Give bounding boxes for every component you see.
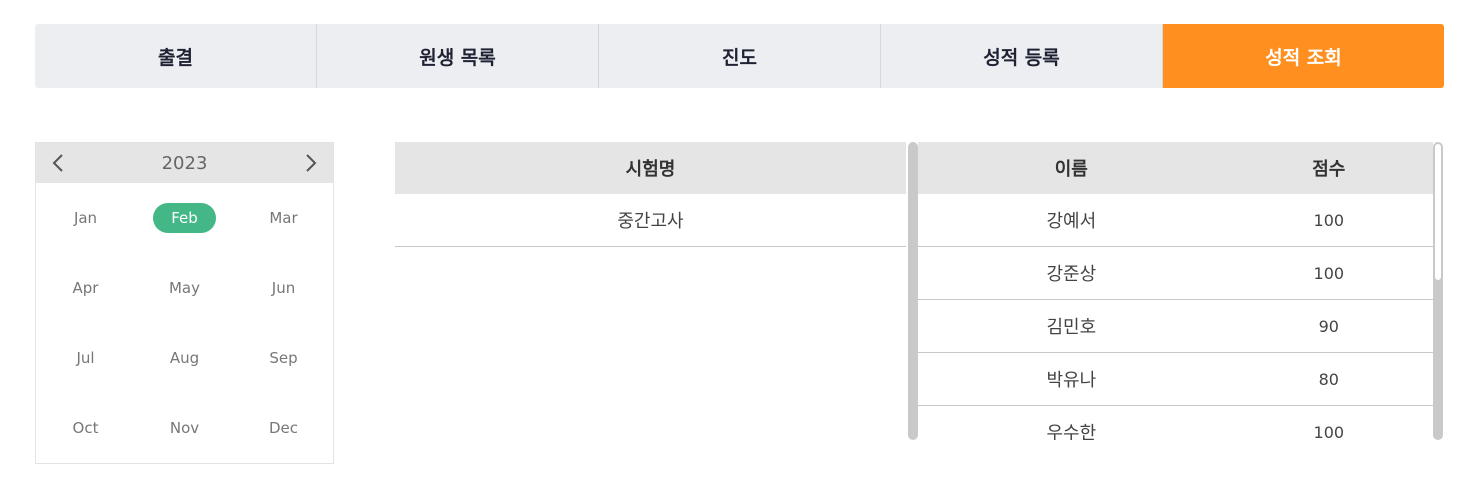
month-grid: Jan Feb Mar Apr May Jun Jul Aug Sep Oct … <box>36 183 333 463</box>
month-label: Mar <box>269 209 298 227</box>
student-name-cell: 강준상 <box>918 246 1225 300</box>
chevron-left-icon <box>52 154 63 172</box>
month-jun[interactable]: Jun <box>234 253 333 323</box>
month-label: Apr <box>72 279 99 297</box>
prev-year-button[interactable] <box>48 153 68 173</box>
table-row[interactable]: 중간고사 <box>395 194 906 247</box>
table-header-row: 이름 점수 <box>918 142 1433 194</box>
name-header: 이름 <box>918 142 1225 194</box>
month-mar[interactable]: Mar <box>234 183 333 253</box>
score-cell: 100 <box>1224 405 1433 440</box>
month-nov[interactable]: Nov <box>135 393 234 463</box>
chevron-right-icon <box>306 154 317 172</box>
tab-grade-view[interactable]: 성적 조회 <box>1163 24 1444 88</box>
month-feb[interactable]: Feb <box>135 183 234 253</box>
student-name-cell: 김민호 <box>918 299 1225 353</box>
table-row[interactable]: 강준상 100 <box>918 246 1433 300</box>
table-row[interactable]: 김민호 90 <box>918 299 1433 353</box>
month-label: Oct <box>72 419 99 437</box>
exam-name-header: 시험명 <box>395 142 906 194</box>
tab-student-list[interactable]: 원생 목록 <box>317 24 599 88</box>
score-cell: 100 <box>1224 194 1433 247</box>
month-label: Aug <box>169 349 200 367</box>
month-jan[interactable]: Jan <box>36 183 135 253</box>
score-table: 이름 점수 강예서 100 강준상 100 김민호 90 박유나 80 우수한 <box>918 142 1433 440</box>
table-row[interactable]: 박유나 80 <box>918 352 1433 406</box>
month-may[interactable]: May <box>135 253 234 323</box>
score-table-scrollbar[interactable] <box>1433 142 1443 440</box>
exam-table-scrollbar[interactable] <box>908 142 918 440</box>
month-label: Sep <box>269 349 298 367</box>
table-row[interactable]: 강예서 100 <box>918 194 1433 247</box>
student-name-cell: 강예서 <box>918 194 1225 247</box>
exam-name-cell[interactable]: 중간고사 <box>395 194 906 247</box>
month-jul[interactable]: Jul <box>36 323 135 393</box>
table-row[interactable]: 우수한 100 <box>918 405 1433 440</box>
exam-table: 시험명 중간고사 <box>395 142 906 247</box>
month-apr[interactable]: Apr <box>36 253 135 323</box>
month-label: Feb <box>153 203 216 233</box>
month-picker: 2023 Jan Feb Mar Apr May Jun Jul Aug Sep… <box>35 142 334 464</box>
month-label: Jul <box>76 349 95 367</box>
tab-progress[interactable]: 진도 <box>599 24 881 88</box>
tab-bar: 출결 원생 목록 진도 성적 등록 성적 조회 <box>35 24 1444 88</box>
month-picker-header: 2023 <box>36 143 333 183</box>
month-dec[interactable]: Dec <box>234 393 333 463</box>
month-oct[interactable]: Oct <box>36 393 135 463</box>
month-label: Jan <box>73 209 98 227</box>
next-year-button[interactable] <box>301 153 321 173</box>
student-name-cell: 우수한 <box>918 405 1225 440</box>
score-header: 점수 <box>1224 142 1433 194</box>
student-name-cell: 박유나 <box>918 352 1225 406</box>
score-cell: 80 <box>1224 352 1433 406</box>
table-header-row: 시험명 <box>395 142 906 194</box>
score-cell: 90 <box>1224 299 1433 353</box>
scrollbar-thumb[interactable] <box>1435 144 1441 280</box>
tab-attendance[interactable]: 출결 <box>35 24 317 88</box>
year-label: 2023 <box>161 152 208 174</box>
month-label: May <box>168 279 200 297</box>
tab-grade-entry[interactable]: 성적 등록 <box>881 24 1163 88</box>
month-label: Jun <box>271 279 296 297</box>
month-label: Nov <box>169 419 200 437</box>
score-cell: 100 <box>1224 246 1433 300</box>
month-aug[interactable]: Aug <box>135 323 234 393</box>
month-sep[interactable]: Sep <box>234 323 333 393</box>
month-label: Dec <box>268 419 299 437</box>
score-table-container: 이름 점수 강예서 100 강준상 100 김민호 90 박유나 80 우수한 <box>918 142 1433 440</box>
